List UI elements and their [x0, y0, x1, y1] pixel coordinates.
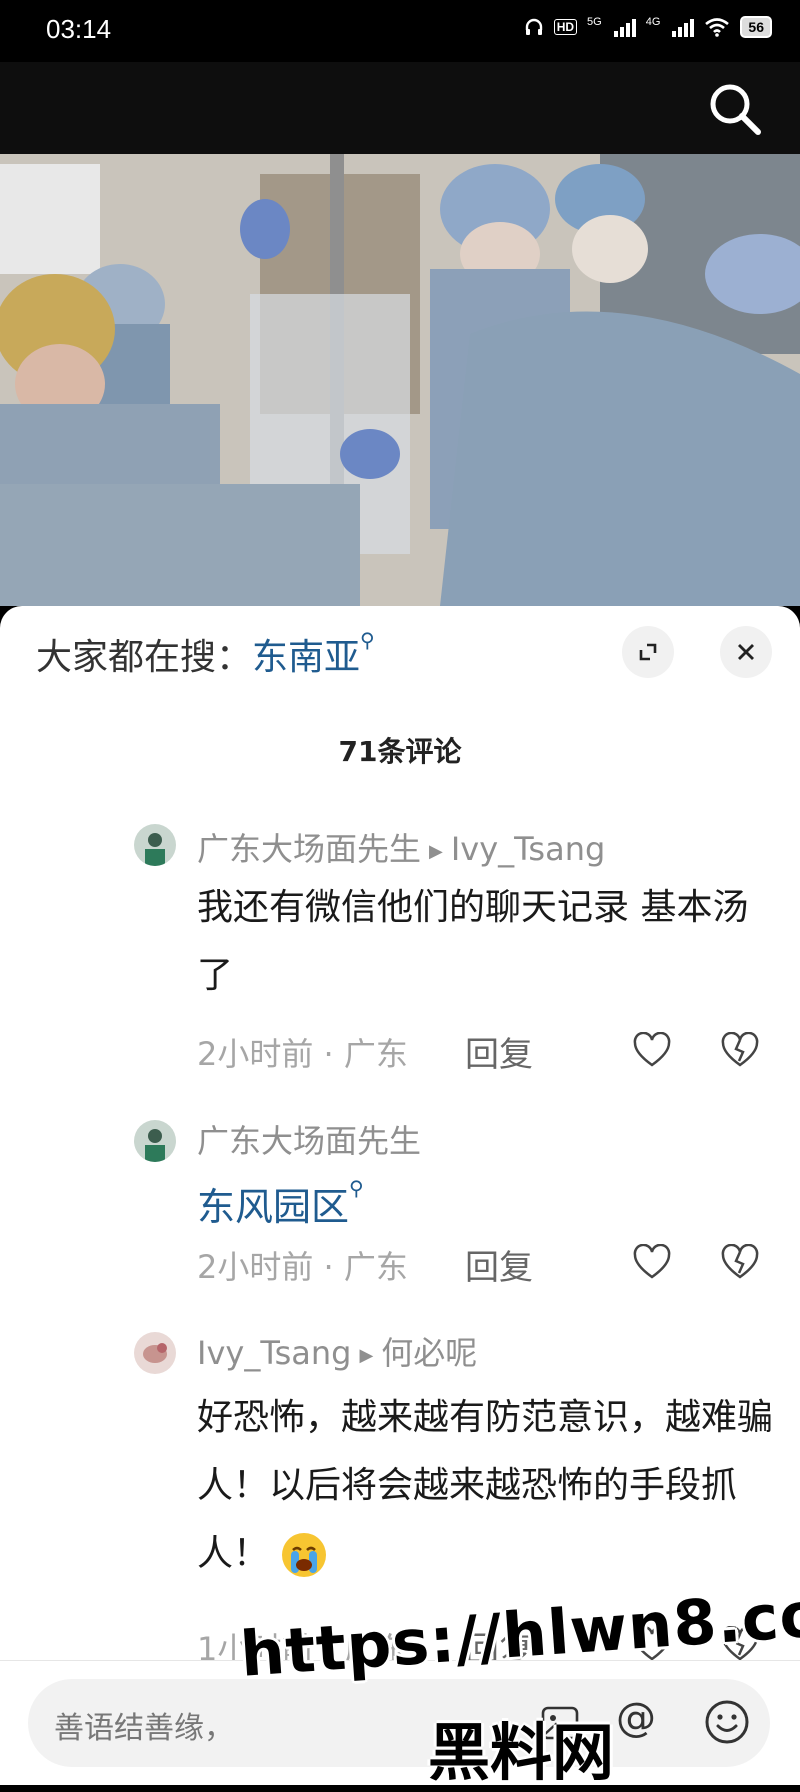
comment-time-location: 2小时前 · 广东	[197, 1248, 408, 1286]
author-name[interactable]: 广东大场面先生	[197, 830, 421, 868]
broken-heart-icon[interactable]	[720, 1244, 760, 1280]
search-icon[interactable]	[704, 78, 764, 138]
reply-button[interactable]: 回复	[465, 1240, 533, 1289]
at-mention-icon[interactable]: @	[616, 1695, 656, 1741]
heart-icon[interactable]	[632, 1032, 672, 1068]
author-name[interactable]: Ivy_Tsang	[197, 1334, 351, 1372]
comment-time-location: 2小时前 · 广东	[197, 1035, 408, 1073]
video-frame	[0, 154, 800, 606]
author-name[interactable]: 广东大场面先生	[197, 1122, 421, 1160]
status-icons: HD 5G 4G 56	[524, 16, 772, 38]
trending-search[interactable]: 大家都在搜：东南亚⚲	[36, 628, 375, 680]
close-button[interactable]	[720, 626, 772, 678]
comment-link[interactable]: 东风园区⚲	[197, 1176, 364, 1231]
expand-button[interactable]	[622, 626, 674, 678]
reply-button[interactable]: 回复	[465, 1027, 533, 1076]
comment-text: 好恐怖，越来越有防范意识，越难骗人！以后将会越来越恐怖的手段抓人！	[197, 1384, 777, 1588]
reply-to-name[interactable]: 何必呢	[381, 1334, 477, 1372]
status-bar: 03:14 HD 5G 4G 56	[0, 0, 800, 62]
broken-heart-icon[interactable]	[720, 1032, 760, 1068]
hd-badge: HD	[553, 19, 578, 35]
trending-keyword[interactable]: 东南亚	[252, 637, 360, 678]
battery-indicator: 56	[740, 16, 772, 38]
close-icon	[738, 644, 754, 660]
network-5g-label: 5G	[587, 16, 602, 28]
signal-4g-icon	[672, 17, 695, 37]
network-4g-label: 4G	[645, 16, 661, 28]
reply-to-name[interactable]: Ivy_Tsang	[451, 830, 605, 868]
comment-count: 71条评论	[338, 735, 462, 768]
comment-author[interactable]: 广东大场面先生 ▶ Ivy_Tsang	[197, 824, 605, 870]
heart-icon[interactable]	[632, 1244, 672, 1280]
top-nav	[0, 62, 800, 154]
reply-arrow-icon: ▶	[429, 840, 443, 862]
wifi-icon	[705, 18, 730, 37]
avatar[interactable]	[134, 824, 176, 866]
avatar[interactable]	[134, 1120, 176, 1162]
comment-input-placeholder[interactable]: 善语结善缘，	[54, 1703, 234, 1747]
reply-arrow-icon: ▶	[359, 1344, 374, 1366]
avatar[interactable]	[134, 1332, 176, 1374]
comment-author[interactable]: Ivy_Tsang ▶ 何必呢	[197, 1328, 477, 1374]
trending-prefix: 大家都在搜：	[36, 637, 253, 678]
headphone-icon	[525, 18, 542, 35]
link-text[interactable]: 东风园区	[197, 1185, 349, 1229]
video-player[interactable]	[0, 154, 800, 606]
watermark-name: 黑料网	[428, 1716, 615, 1789]
signal-5g-icon	[613, 17, 636, 37]
status-time: 03:14	[46, 14, 112, 44]
crying-face-icon	[282, 1533, 327, 1577]
expand-icon	[639, 643, 657, 661]
comment-text: 我还有微信他们的聊天记录 基本汤了	[197, 887, 749, 996]
comment-author[interactable]: 广东大场面先生	[197, 1116, 421, 1162]
mini-search-icon: ⚲	[349, 1176, 364, 1200]
emoji-icon[interactable]	[704, 1699, 750, 1745]
mini-search-icon: ⚲	[360, 628, 375, 652]
